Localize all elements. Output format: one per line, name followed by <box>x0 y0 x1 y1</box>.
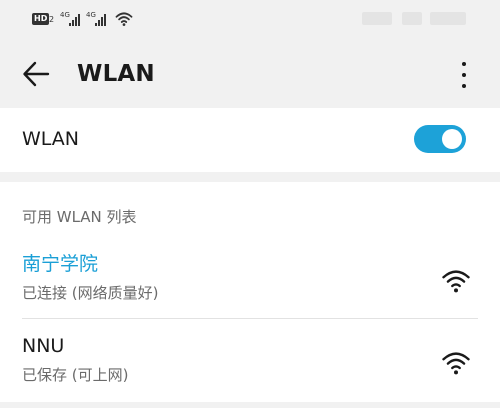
page-title: WLAN <box>77 61 155 87</box>
hd-volte-icon: HD <box>32 13 50 25</box>
wifi-status-icon <box>115 12 133 26</box>
back-button[interactable] <box>18 58 54 90</box>
more-options-button[interactable] <box>452 58 476 92</box>
arrow-back-icon <box>23 61 50 87</box>
status-blurred-area <box>402 12 422 25</box>
network-item-nnu[interactable]: NNU 已保存 (可上网) <box>0 334 500 408</box>
status-blurred-area <box>430 12 466 25</box>
status-bar: HD 2 4G 4G <box>0 0 500 40</box>
network-status: 已连接 (网络质量好) <box>22 284 159 302</box>
network-item-nanning-college[interactable]: 南宁学院 已连接 (网络质量好) <box>0 252 500 326</box>
signal-sim1-icon: 4G <box>60 12 82 26</box>
app-bar: WLAN <box>0 40 500 108</box>
network-name: 南宁学院 <box>22 253 99 275</box>
wifi-icon <box>442 352 470 375</box>
network-type-label: 4G <box>60 11 70 19</box>
list-divider <box>22 318 478 319</box>
wlan-switch-row[interactable]: WLAN <box>0 108 500 172</box>
section-title: 可用 WLAN 列表 <box>22 208 137 226</box>
network-type-label: 4G <box>86 11 96 19</box>
toggle-knob <box>442 129 462 149</box>
available-networks-list: 可用 WLAN 列表 南宁学院 已连接 (网络质量好) NNU 已保存 (可上网… <box>0 182 500 402</box>
hd-sim-number: 2 <box>49 15 55 24</box>
status-blurred-area <box>362 12 392 25</box>
signal-sim2-icon: 4G <box>86 12 108 26</box>
wifi-icon <box>442 270 470 293</box>
network-name: NNU <box>22 335 65 357</box>
wlan-toggle-switch[interactable] <box>414 125 466 153</box>
network-status: 已保存 (可上网) <box>22 366 129 384</box>
more-vert-icon <box>462 62 466 66</box>
wlan-switch-label: WLAN <box>22 128 80 150</box>
